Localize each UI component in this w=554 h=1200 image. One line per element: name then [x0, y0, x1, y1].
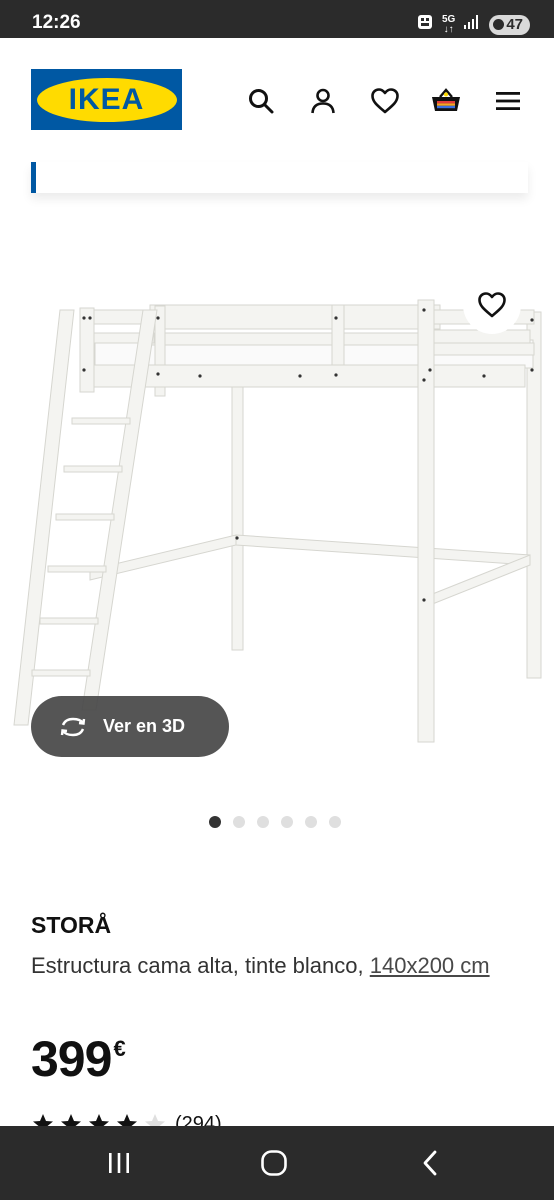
- product-image[interactable]: [0, 270, 554, 760]
- signal-icon: [463, 14, 481, 35]
- network-label: 5G: [441, 13, 456, 25]
- product-size-link[interactable]: 140x200 cm: [370, 953, 490, 978]
- home-icon[interactable]: [254, 1146, 294, 1180]
- pagination-dot[interactable]: [257, 816, 269, 828]
- rotate-3d-icon: [60, 717, 86, 736]
- site-header: IKEA: [0, 38, 554, 162]
- system-nav-bar: [0, 1126, 554, 1200]
- ikea-logo[interactable]: IKEA: [31, 69, 182, 130]
- product-name: STORÅ: [31, 912, 112, 938]
- basket-icon[interactable]: [430, 85, 462, 117]
- battery-level: 47: [506, 16, 523, 33]
- pagination-dot[interactable]: [329, 816, 341, 828]
- notification-icon: [416, 13, 434, 36]
- info-card: [31, 162, 528, 193]
- search-icon[interactable]: [245, 85, 277, 117]
- view-3d-label: Ver en 3D: [103, 716, 186, 736]
- view-3d-button[interactable]: Ver en 3D: [31, 696, 229, 757]
- gallery-pagination: [209, 816, 341, 828]
- pagination-dot[interactable]: [233, 816, 245, 828]
- heart-icon[interactable]: [369, 85, 401, 117]
- price-value: 399: [31, 1031, 112, 1087]
- logo-oval: IKEA: [36, 77, 177, 122]
- pagination-dot[interactable]: [209, 816, 221, 828]
- menu-icon[interactable]: [492, 85, 524, 117]
- status-bar: 12:26 5G ↓↑ 47: [0, 0, 554, 38]
- back-icon[interactable]: [410, 1146, 450, 1180]
- favorite-button[interactable]: [463, 276, 521, 334]
- battery-icon: 47: [489, 14, 530, 35]
- product-price: 399€: [31, 1030, 126, 1088]
- product-description-text: Estructura cama alta, tinte blanco,: [31, 953, 364, 978]
- heart-icon: [478, 292, 506, 318]
- battery-saver-icon: [493, 19, 505, 30]
- pagination-dot[interactable]: [281, 816, 293, 828]
- network-5g-icon: 5G ↓↑: [441, 13, 456, 35]
- account-icon[interactable]: [307, 85, 339, 117]
- status-time: 12:26: [32, 12, 81, 33]
- recent-apps-icon[interactable]: [99, 1146, 139, 1180]
- pagination-dot[interactable]: [305, 816, 317, 828]
- logo-text: IKEA: [68, 82, 145, 116]
- price-currency: €: [113, 1036, 126, 1061]
- product-description: Estructura cama alta, tinte blanco, 140x…: [31, 947, 531, 985]
